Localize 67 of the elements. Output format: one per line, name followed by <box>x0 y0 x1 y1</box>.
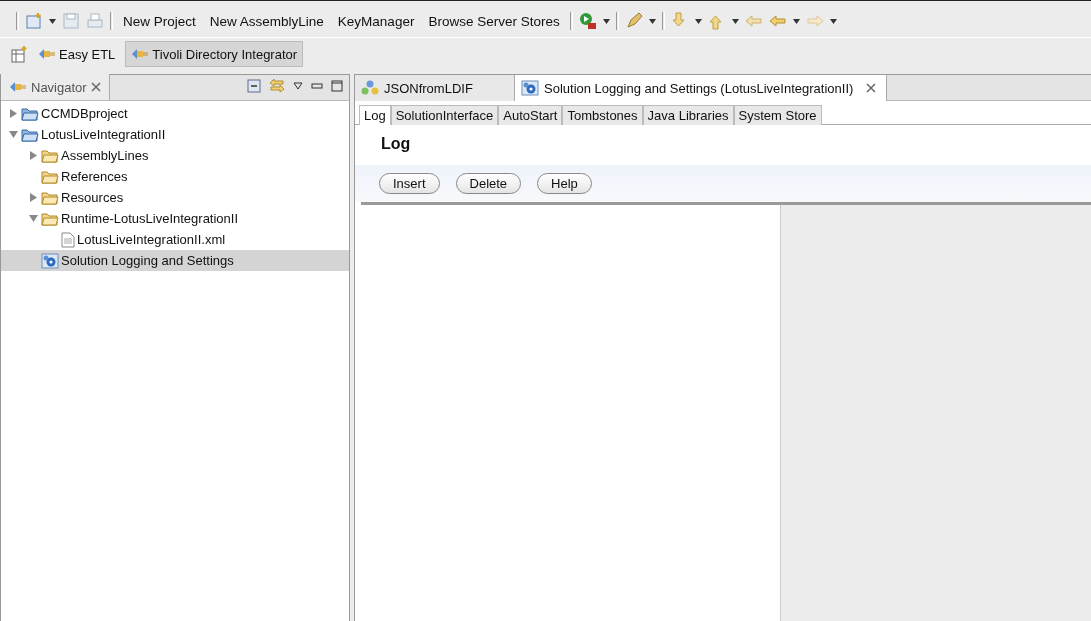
collapsed-arrow-icon[interactable] <box>28 151 38 160</box>
close-icon[interactable] <box>90 82 101 92</box>
tab[interactable]: Log <box>359 105 391 125</box>
caret-icon[interactable] <box>602 18 610 24</box>
caret-icon[interactable] <box>648 18 656 24</box>
expanded-arrow-icon[interactable] <box>8 130 18 139</box>
circles-icon <box>361 80 379 96</box>
folder-icon <box>21 106 39 121</box>
caret-icon[interactable] <box>829 18 837 24</box>
tree-item[interactable]: LotusLiveIntegrationII.xml <box>1 229 349 250</box>
editor-tab[interactable]: JSONfromLDIF <box>355 75 515 101</box>
editor-tab[interactable]: Solution Logging and Settings (LotusLiveIntegrationII) <box>515 75 888 101</box>
expanded-arrow-icon[interactable] <box>28 214 38 223</box>
caret-icon[interactable] <box>792 18 800 24</box>
plug-icon <box>131 48 150 60</box>
action-button[interactable]: Help <box>537 173 592 194</box>
perspective-tab[interactable]: Tivoli Directory Integrator <box>125 41 304 67</box>
tab[interactable]: System Store <box>733 105 822 125</box>
folder-icon <box>41 148 59 163</box>
tab[interactable]: Java Libraries <box>642 105 734 125</box>
back-arrow-icon[interactable] <box>768 12 787 30</box>
tree-item[interactable]: References <box>1 166 349 187</box>
collapse-all-icon[interactable] <box>247 79 261 93</box>
collapsed-arrow-icon[interactable] <box>28 193 38 202</box>
toolbar-button[interactable]: Browse Server Stores <box>424 11 564 31</box>
link-arrows-icon[interactable] <box>269 78 285 94</box>
close-icon[interactable] <box>866 83 877 93</box>
caret-icon[interactable] <box>694 18 702 24</box>
tab[interactable]: Tombstones <box>562 105 643 125</box>
folder-icon <box>21 127 39 142</box>
toolbar-button[interactable]: KeyManager <box>333 11 419 31</box>
gear-icon <box>521 80 539 96</box>
open-perspective-icon[interactable] <box>10 45 28 63</box>
tree-item[interactable]: AssemblyLines <box>1 145 349 166</box>
plug-icon <box>9 81 27 93</box>
tab[interactable]: AutoStart <box>498 105 563 125</box>
gear-icon <box>41 252 59 269</box>
folder-icon <box>41 169 59 184</box>
folder-icon <box>41 211 59 226</box>
run-icon[interactable] <box>578 12 597 30</box>
printer-icon[interactable] <box>86 12 104 30</box>
minimize-icon[interactable] <box>311 83 323 89</box>
maximize-icon[interactable] <box>331 80 343 92</box>
action-button[interactable]: Delete <box>455 173 522 194</box>
caret-icon[interactable] <box>49 18 56 24</box>
tree-item[interactable]: LotusLiveIntegrationII <box>1 124 349 145</box>
new-window-icon[interactable] <box>25 12 43 30</box>
view-tab[interactable]: Navigator <box>1 74 110 100</box>
plug-icon <box>38 48 56 60</box>
toolbar-button[interactable]: New Project <box>119 11 200 31</box>
document-icon <box>61 231 75 248</box>
toolbar-button[interactable]: New AssemblyLine <box>205 11 328 31</box>
collapsed-arrow-icon[interactable] <box>8 109 18 118</box>
tree-item[interactable]: Resources <box>1 187 349 208</box>
tab[interactable]: SolutionInterface <box>390 105 499 125</box>
caret-icon[interactable] <box>731 18 739 24</box>
tree-item[interactable]: CCMDBproject <box>1 103 349 124</box>
folder-icon <box>41 190 59 205</box>
perspective-tab[interactable]: Easy ETL <box>32 41 122 67</box>
action-button[interactable]: Insert <box>379 173 440 194</box>
view-title: Navigator <box>31 79 87 95</box>
view-menu-icon[interactable] <box>293 82 303 90</box>
pen-icon[interactable] <box>624 12 643 30</box>
tree-item[interactable]: Solution Logging and Settings <box>1 250 349 271</box>
section-title: Log <box>380 134 412 154</box>
save-icon[interactable] <box>62 12 80 30</box>
tree-item[interactable]: Runtime-LotusLiveIntegrationII <box>1 208 349 229</box>
